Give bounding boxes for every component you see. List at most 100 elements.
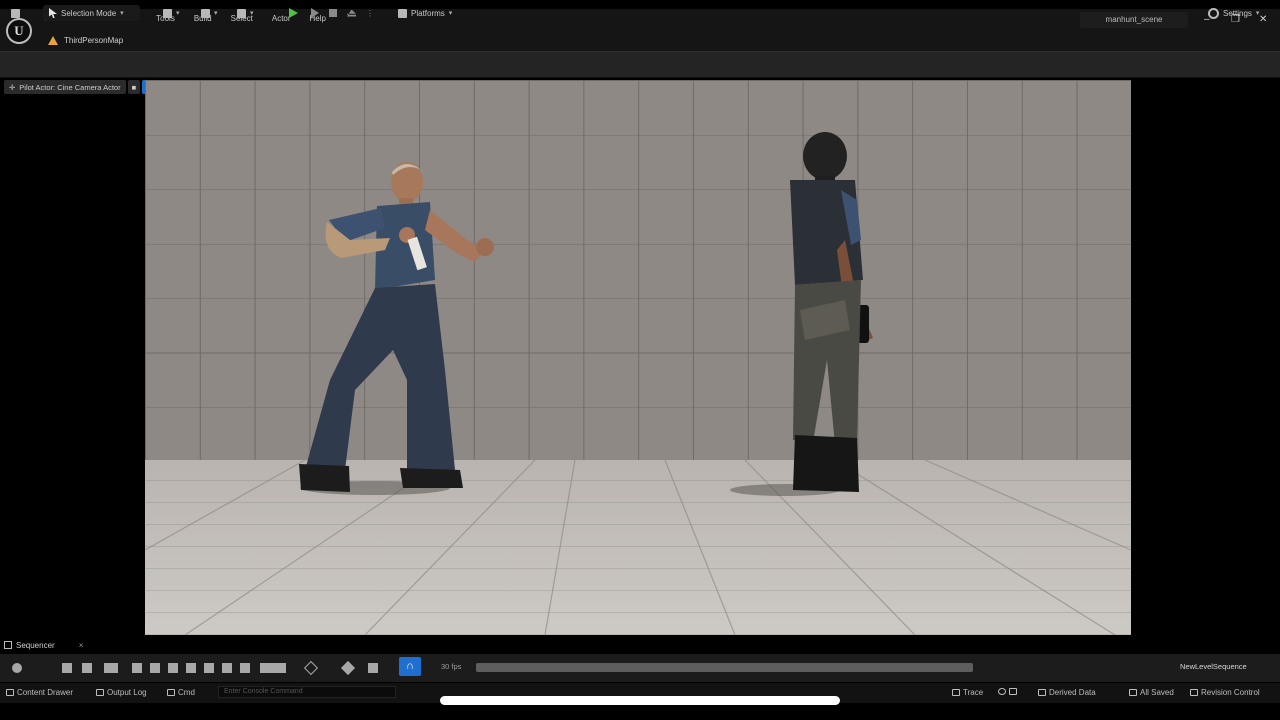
settings-dropdown[interactable]: Settings ▾: [1208, 5, 1259, 21]
drawer-icon: [6, 689, 14, 696]
record-status-icon: [998, 688, 1006, 695]
chevron-down-icon: ▾: [1255, 10, 1260, 17]
content-drawer-button[interactable]: Content Drawer: [6, 688, 73, 697]
move-icon: ✛: [9, 82, 16, 92]
blueprint-icon: [201, 8, 210, 18]
eject-button[interactable]: [347, 5, 356, 21]
cursor-arrow-icon: [49, 8, 57, 18]
more-options-button[interactable]: ⋮: [366, 5, 374, 21]
selection-mode-dropdown[interactable]: Selection Mode ▾: [43, 5, 140, 21]
step-forward-icon: [311, 8, 319, 18]
step-back-icon[interactable]: [150, 663, 160, 673]
stop-icon: [329, 9, 337, 17]
render-movie-icon[interactable]: [82, 663, 92, 673]
database-icon: [1038, 689, 1046, 696]
lock-icon: ■: [131, 82, 137, 92]
add-actor-button[interactable]: ▾: [163, 5, 180, 21]
lock-button[interactable]: ■: [127, 80, 141, 94]
output-log-button[interactable]: Output Log: [96, 688, 147, 697]
save-sequence-icon[interactable]: [62, 663, 72, 673]
chevron-down-icon: ▾: [176, 10, 180, 17]
derived-data-label: Derived Data: [1049, 688, 1096, 697]
floor-lines: [145, 459, 1131, 635]
menu-actor[interactable]: Actor: [272, 14, 291, 23]
all-saved-button[interactable]: All Saved: [1129, 688, 1174, 697]
platforms-icon: [398, 8, 407, 18]
character-brawler[interactable]: [299, 162, 494, 492]
stop-button[interactable]: [329, 5, 337, 21]
scene-overlay: [145, 132, 1131, 635]
content-drawer-label: Content Drawer: [17, 688, 74, 697]
save-status-icon: [1129, 689, 1137, 696]
add-actor-icon: [163, 8, 172, 18]
viewport-header: ✛ Pilot Actor: Cine Camera Actor ■: [4, 80, 159, 94]
terminal-icon: [167, 689, 175, 696]
save-icon: [11, 8, 20, 18]
blueprints-button[interactable]: ▾: [201, 5, 218, 21]
derived-data-button[interactable]: Derived Data: [1038, 688, 1096, 697]
console-input[interactable]: Enter Console Command: [218, 686, 396, 698]
edit-icon[interactable]: [368, 663, 378, 673]
unreal-logo-icon[interactable]: U: [6, 18, 32, 44]
forward-icon[interactable]: [222, 663, 232, 673]
close-icon[interactable]: ✕: [1259, 14, 1267, 25]
snap-magnet-button[interactable]: ∩: [399, 657, 421, 676]
timeline-scrubber[interactable]: [476, 663, 973, 672]
skip-button[interactable]: [311, 5, 319, 21]
tab-label: ThirdPersonMap: [64, 36, 124, 45]
letterbox-bottom: [0, 703, 1280, 720]
branch-icon: [1190, 689, 1198, 696]
chevron-down-icon: ▾: [250, 10, 254, 17]
clapper-icon: [237, 8, 246, 18]
reverse-icon[interactable]: [168, 663, 178, 673]
chevron-down-icon: ▾: [448, 10, 453, 17]
character-guard[interactable]: [790, 132, 873, 492]
chevron-down-icon: ▾: [214, 10, 218, 17]
play-sequence-icon[interactable]: [186, 663, 196, 673]
project-name: manhunt_scene: [1080, 12, 1188, 28]
jump-start-icon[interactable]: [132, 663, 142, 673]
jump-end-icon[interactable]: [240, 663, 250, 673]
platforms-label: Platforms: [411, 8, 445, 18]
revision-control-button[interactable]: Revision Control: [1190, 688, 1260, 697]
key-icon[interactable]: [303, 660, 319, 676]
sequence-name: NewLevelSequence: [1180, 662, 1247, 671]
level-viewport[interactable]: [145, 80, 1131, 635]
trace-label: Trace: [963, 688, 984, 697]
chevron-down-icon: ▾: [120, 10, 124, 17]
record-status-button[interactable]: [998, 688, 1017, 695]
selection-mode-label: Selection Mode: [61, 8, 117, 18]
tab-sequencer[interactable]: Sequencer ×: [4, 638, 104, 652]
pilot-actor-label[interactable]: ✛ Pilot Actor: Cine Camera Actor: [4, 80, 126, 94]
trace-button[interactable]: Trace: [952, 688, 983, 697]
log-icon: [96, 689, 104, 696]
gear-icon: [1208, 7, 1219, 19]
home-indicator[interactable]: [440, 696, 840, 705]
revision-control-label: Revision Control: [1201, 688, 1260, 697]
settings-label: Settings: [1223, 8, 1252, 18]
sequencer-icon: [4, 641, 12, 649]
add-key-icon[interactable]: [340, 660, 356, 676]
output-log-label: Output Log: [107, 688, 147, 697]
loop-icon[interactable]: [260, 663, 286, 673]
world-icon[interactable]: [12, 663, 22, 673]
main-toolbar: [0, 51, 1280, 78]
save-button[interactable]: [11, 5, 20, 21]
cinematics-button[interactable]: ▾: [237, 5, 254, 21]
record-icon[interactable]: [104, 663, 118, 673]
step-forward-icon[interactable]: [204, 663, 214, 673]
cmd-label: Cmd: [178, 688, 195, 697]
eject-icon: [347, 9, 356, 17]
fps-dropdown[interactable]: 30 fps: [441, 662, 461, 671]
trace-icon: [952, 689, 960, 696]
tab-third-person-map[interactable]: ThirdPersonMap: [44, 32, 131, 49]
play-icon: [289, 8, 298, 18]
platforms-dropdown[interactable]: Platforms ▾: [398, 5, 452, 21]
close-icon[interactable]: ×: [79, 641, 84, 650]
pilot-text: Pilot Actor: Cine Camera Actor: [19, 82, 121, 92]
camera-status-icon: [1009, 688, 1017, 695]
cmd-button[interactable]: Cmd: [167, 688, 195, 697]
play-button[interactable]: [289, 5, 298, 21]
sequencer-tab-label: Sequencer: [16, 640, 55, 650]
level-icon: [48, 36, 58, 45]
